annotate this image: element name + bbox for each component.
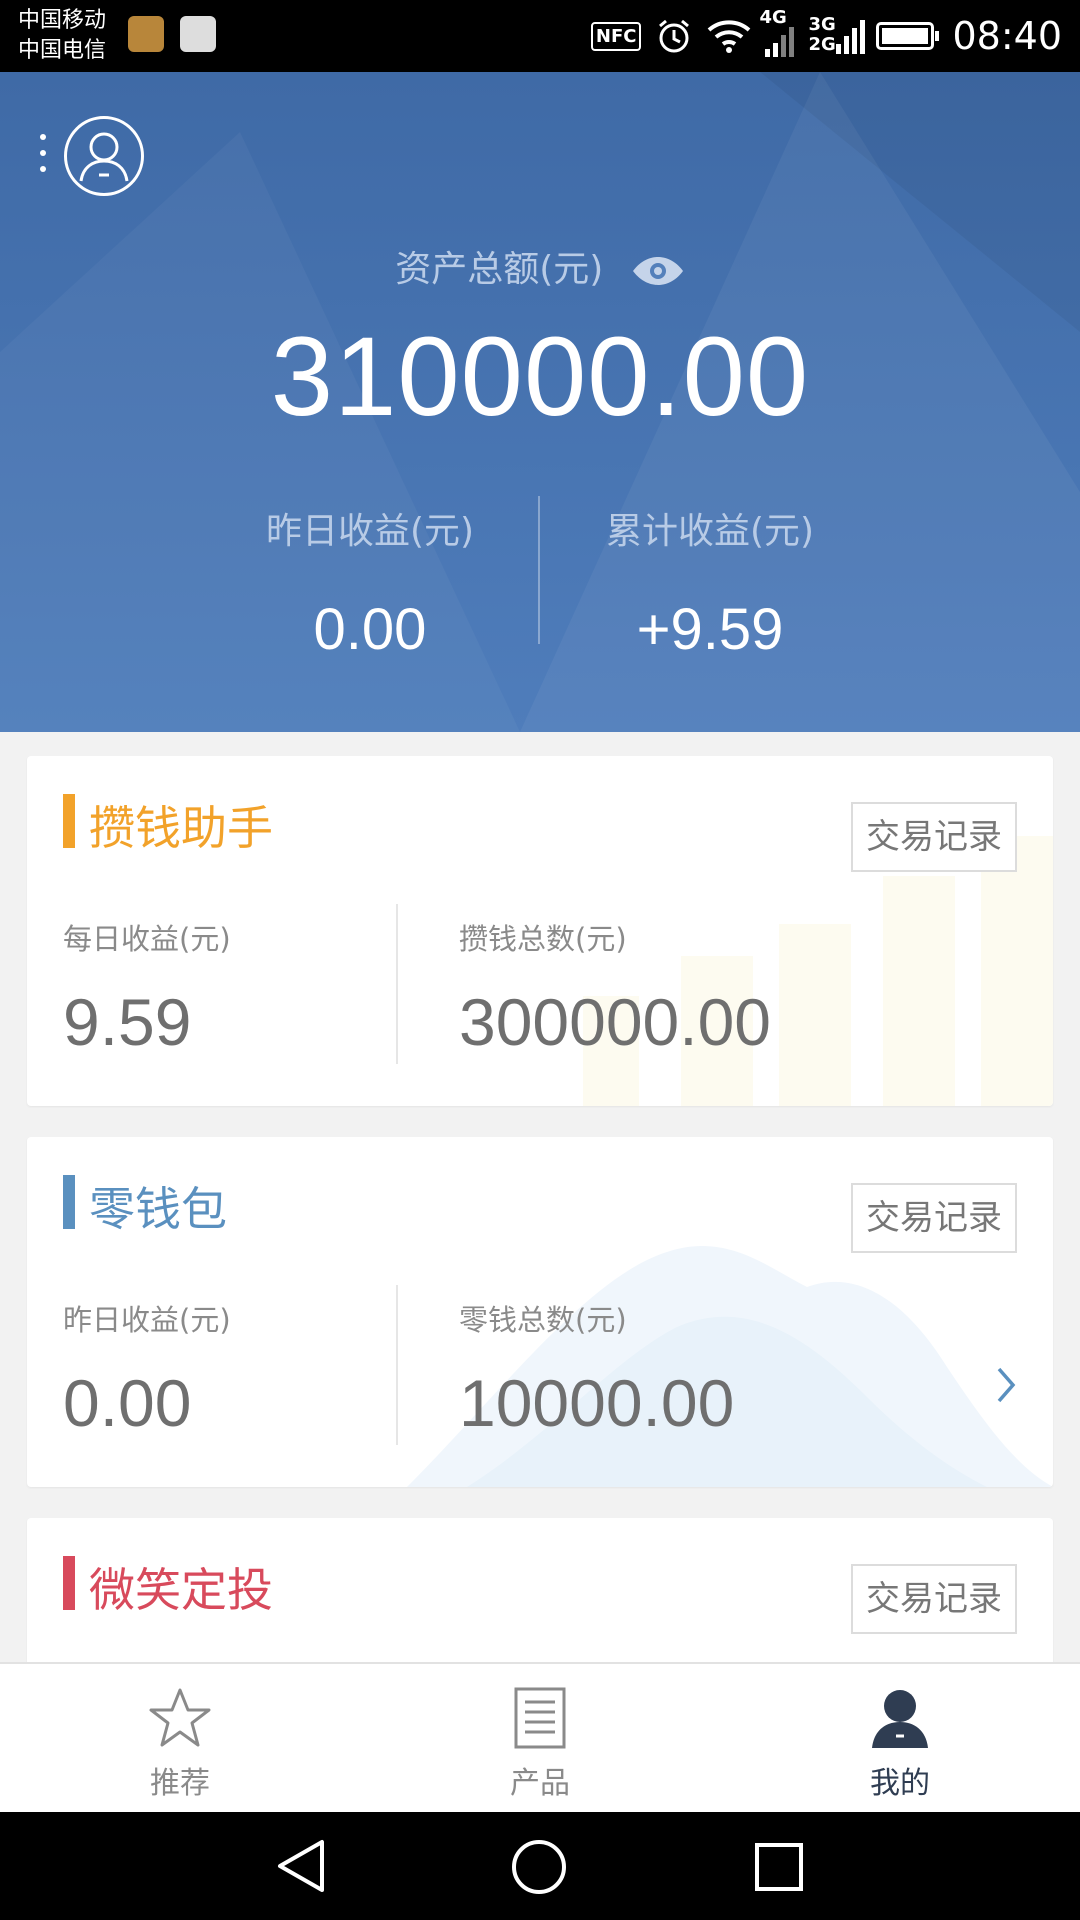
pocket-wallet-card[interactable]: 零钱包 交易记录 昨日收益(元) 0.00 零钱总数(元) 10000.00 xyxy=(27,1137,1053,1487)
card-title: 微笑定投 xyxy=(89,1563,273,1617)
nfc-icon: NFC xyxy=(590,21,642,51)
cumulative-income-label: 累计收益(元) xyxy=(605,511,815,552)
net-2g-label: 2G xyxy=(808,34,836,55)
bottom-navigation: 推荐 产品 我的 xyxy=(0,1662,1080,1814)
total-assets-label-row: 资产总额(元) xyxy=(0,240,1080,292)
card-column-divider xyxy=(396,1285,398,1445)
menu-dots-button[interactable] xyxy=(38,134,48,182)
daily-income-value: 9.59 xyxy=(63,985,192,1059)
nav-tab-recommend[interactable]: 推荐 xyxy=(0,1664,360,1814)
card-accent-bar xyxy=(63,1175,75,1229)
back-icon[interactable] xyxy=(274,1838,326,1894)
health-app-icon xyxy=(128,16,164,52)
yesterday-income-value: 0.00 xyxy=(63,1366,192,1440)
status-time: 08:40 xyxy=(952,14,1062,58)
yesterday-income-label: 昨日收益(元) xyxy=(265,511,475,552)
pocket-total-label: 零钱总数(元) xyxy=(459,1303,627,1337)
savings-total-value: 300000.00 xyxy=(459,985,771,1059)
trade-record-button[interactable]: 交易记录 xyxy=(851,1183,1017,1253)
nav-tab-mine[interactable]: 我的 xyxy=(720,1664,1080,1814)
net-4g-label: 4G xyxy=(759,7,787,28)
home-icon[interactable] xyxy=(510,1838,568,1896)
carrier-info: 中国移动 中国电信 xyxy=(18,6,106,66)
eye-icon[interactable] xyxy=(631,256,685,286)
recent-apps-icon[interactable] xyxy=(754,1842,804,1892)
card-column-divider xyxy=(396,904,398,1064)
photo-app-icon xyxy=(180,16,216,52)
signal-4g: 4G xyxy=(759,9,795,57)
user-outline-icon xyxy=(79,132,129,182)
carrier-2: 中国电信 xyxy=(18,38,107,63)
cumulative-income-value: +9.59 xyxy=(636,597,784,662)
chevron-right-icon[interactable] xyxy=(995,1365,1019,1405)
nav-label: 推荐 xyxy=(150,1766,210,1801)
total-assets-label: 资产总额(元) xyxy=(395,249,604,290)
trade-record-button[interactable]: 交易记录 xyxy=(851,802,1017,872)
trade-record-button[interactable]: 交易记录 xyxy=(851,1564,1017,1634)
star-icon xyxy=(149,1688,211,1747)
user-icon xyxy=(872,1690,928,1748)
card-accent-bar xyxy=(63,794,75,848)
yesterday-income-stat: 昨日收益(元) 0.00 xyxy=(200,502,540,663)
yesterday-income-label: 昨日收益(元) xyxy=(63,1303,231,1337)
card-title: 零钱包 xyxy=(89,1182,227,1236)
nav-label: 我的 xyxy=(870,1766,930,1801)
wifi-icon xyxy=(708,20,751,53)
smile-investment-card[interactable]: 微笑定投 交易记录 xyxy=(27,1518,1053,1678)
yesterday-income-value: 0.00 xyxy=(313,597,427,662)
net-3g-label: 3G xyxy=(808,14,836,35)
nav-tab-products[interactable]: 产品 xyxy=(360,1664,720,1814)
nav-label: 产品 xyxy=(510,1766,570,1801)
asset-header: 资产总额(元) 310000.00 昨日收益(元) 0.00 累计收益(元) +… xyxy=(0,72,1080,732)
pocket-total-value: 10000.00 xyxy=(459,1366,735,1440)
battery-icon xyxy=(876,22,940,50)
user-avatar-button[interactable] xyxy=(64,116,144,196)
system-navigation-bar xyxy=(0,1812,1080,1920)
total-assets-amount: 310000.00 xyxy=(270,314,810,439)
savings-assistant-card[interactable]: 攒钱助手 交易记录 每日收益(元) 9.59 攒钱总数(元) 300000.00 xyxy=(27,756,1053,1106)
alarm-icon xyxy=(659,19,690,53)
signal-3g-2g: 3G 2G xyxy=(808,14,866,56)
document-icon xyxy=(514,1687,566,1749)
cumulative-income-stat: 累计收益(元) +9.59 xyxy=(540,502,880,663)
savings-total-label: 攒钱总数(元) xyxy=(459,922,627,956)
carrier-1: 中国移动 xyxy=(18,8,107,33)
daily-income-label: 每日收益(元) xyxy=(63,922,231,956)
card-accent-bar xyxy=(63,1556,75,1610)
status-bar: 中国移动 中国电信 NFC 4G 3G 2G 08:40 xyxy=(0,0,1080,72)
card-title: 攒钱助手 xyxy=(89,801,273,855)
